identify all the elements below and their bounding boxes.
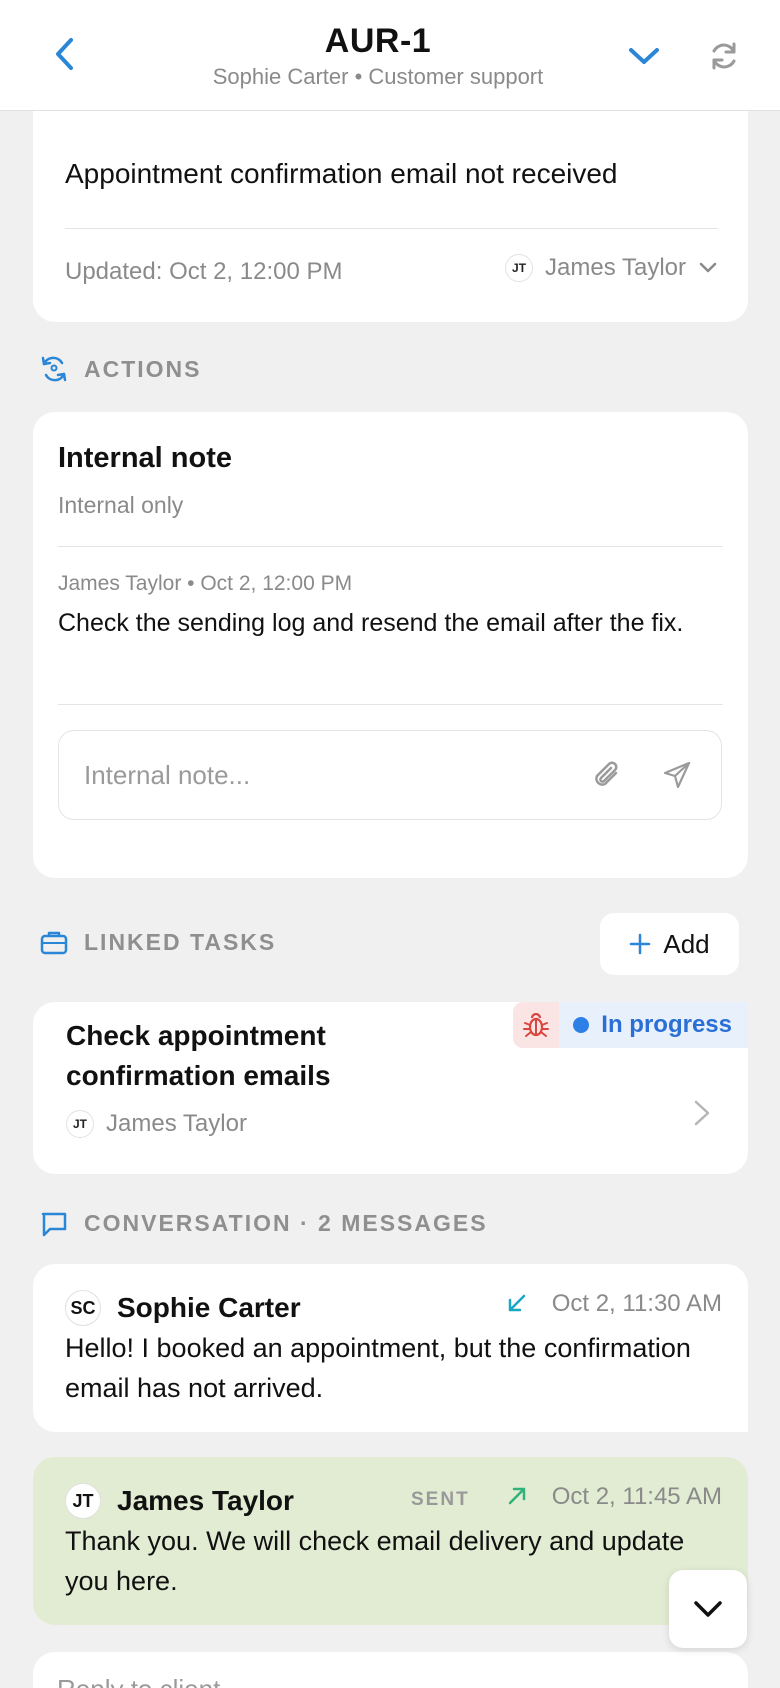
add-label: Add <box>663 928 710 959</box>
bug-icon <box>523 1012 550 1037</box>
divider <box>65 228 718 229</box>
chat-bubble-icon <box>41 1212 67 1236</box>
assignee-selector[interactable]: JT James Taylor <box>505 254 718 282</box>
refresh-button[interactable] <box>704 36 744 76</box>
message-body: Hello! I booked an appointment, but the … <box>65 1333 691 1403</box>
ticket-subject: Appointment confirmation email not recei… <box>65 158 618 189</box>
reply-composer[interactable]: Reply to client... <box>33 1652 748 1688</box>
avatar: JT <box>65 1483 101 1519</box>
note-title: Internal note <box>58 442 233 474</box>
note-subtitle: Internal only <box>58 492 184 518</box>
send-icon <box>663 761 691 789</box>
outgoing-arrow-icon <box>508 1487 526 1505</box>
note-meta: James Taylor • Oct 2, 12:00 PM <box>58 572 353 595</box>
task-assignee: JT James Taylor <box>66 1110 247 1138</box>
add-task-button[interactable]: Add <box>600 913 739 975</box>
conversation-section-label: CONVERSATION · 2 MESSAGES <box>40 1210 488 1237</box>
bug-tag <box>513 1002 560 1048</box>
message-time: Oct 2, 11:45 AM <box>551 1483 722 1510</box>
assignee-name: James Taylor <box>545 254 686 281</box>
avatar: JT <box>505 254 534 282</box>
sync-person-icon <box>41 356 67 382</box>
task-tags: In progress <box>513 1002 748 1048</box>
chevron-down-icon <box>699 262 717 273</box>
actions-section-label: ACTIONS <box>40 354 202 384</box>
refresh-icon <box>712 42 736 70</box>
plus-icon <box>630 933 651 955</box>
chevron-down-icon <box>694 1601 722 1617</box>
scroll-to-bottom-button[interactable] <box>669 1570 747 1648</box>
paperclip-icon <box>595 761 618 786</box>
briefcase-icon <box>40 931 68 954</box>
linked-tasks-section-label: LINKED TASKS <box>40 929 276 956</box>
expand-button[interactable] <box>624 36 664 76</box>
message-time: Oct 2, 11:30 AM <box>551 1290 722 1317</box>
status-badge: In progress <box>559 1002 748 1048</box>
sender-name: James Taylor <box>117 1485 294 1516</box>
linked-task-card[interactable]: Check appointment confirmation emails In… <box>33 1002 748 1174</box>
note-body: Check the sending log and resend the ema… <box>58 609 684 637</box>
attach-button[interactable] <box>587 755 627 795</box>
section-title: ACTIONS <box>84 355 202 382</box>
avatar: JT <box>66 1110 94 1138</box>
section-title: CONVERSATION · 2 MESSAGES <box>84 1210 488 1236</box>
assignee-name: James Taylor <box>106 1110 247 1137</box>
top-bar: AUR-1 Sophie Carter • Customer support <box>0 0 780 111</box>
sender-name: Sophie Carter <box>117 1292 301 1323</box>
internal-note-input[interactable] <box>84 753 564 797</box>
section-title: LINKED TASKS <box>84 929 277 955</box>
message-body: Thank you. We will check email delivery … <box>65 1526 685 1596</box>
chevron-down-icon <box>629 48 659 64</box>
status-text: In progress <box>601 1011 732 1038</box>
divider <box>58 546 723 547</box>
send-note-button[interactable] <box>657 755 697 795</box>
internal-note-card: Internal note Internal only James Taylor… <box>33 412 748 878</box>
task-title: Check appointment confirmation emails <box>66 1020 331 1091</box>
divider <box>58 704 723 705</box>
sent-badge: SENT <box>411 1489 470 1510</box>
ticket-summary-card: Appointment confirmation email not recei… <box>33 100 748 322</box>
message-incoming: SC Sophie Carter Oct 2, 11:30 AM Hello! … <box>33 1264 748 1432</box>
message-outgoing: JT James Taylor SENT Oct 2, 11:45 AM Tha… <box>33 1457 748 1625</box>
ticket-updated: Updated: Oct 2, 12:00 PM <box>65 258 343 285</box>
reply-placeholder: Reply to client... <box>57 1674 242 1688</box>
chevron-right-icon <box>694 1100 710 1126</box>
avatar: SC <box>65 1290 101 1326</box>
status-dot <box>573 1017 590 1033</box>
internal-note-field <box>58 730 722 820</box>
incoming-arrow-icon <box>508 1294 526 1312</box>
